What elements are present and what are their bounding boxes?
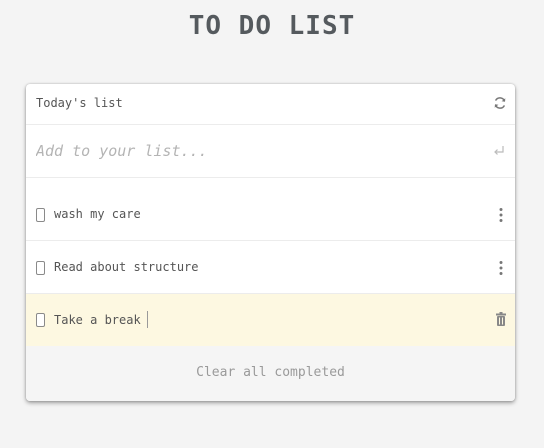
more-icon[interactable] [499,260,503,276]
page-title: TO DO LIST [188,11,356,41]
todo-item-text[interactable]: Read about structure [54,259,199,275]
clear-completed-button[interactable]: Clear all completed [26,365,515,380]
refresh-icon[interactable] [493,96,507,110]
text-caret [146,311,148,328]
todo-checkbox[interactable] [36,313,45,327]
list-footer: Clear all completed [26,346,515,401]
todo-checkbox[interactable] [36,208,45,222]
add-item-row [26,125,515,178]
todo-item-text[interactable]: wash my care [54,206,141,222]
todo-card: Today's list wash my care Read about str… [26,84,515,401]
todo-item: wash my care [26,189,515,241]
add-item-input[interactable] [34,139,478,163]
list-header: Today's list [26,84,515,125]
more-icon[interactable] [499,207,503,223]
todo-item-edit-field[interactable]: Take a break [54,311,148,328]
todo-item-editing: Take a break [26,294,515,346]
trash-icon[interactable] [496,312,506,326]
list-title: Today's list [36,96,123,110]
enter-icon[interactable] [493,145,505,157]
todo-checkbox[interactable] [36,261,45,275]
todo-item: Read about structure [26,242,515,294]
todo-item-text: Take a break [54,313,141,327]
